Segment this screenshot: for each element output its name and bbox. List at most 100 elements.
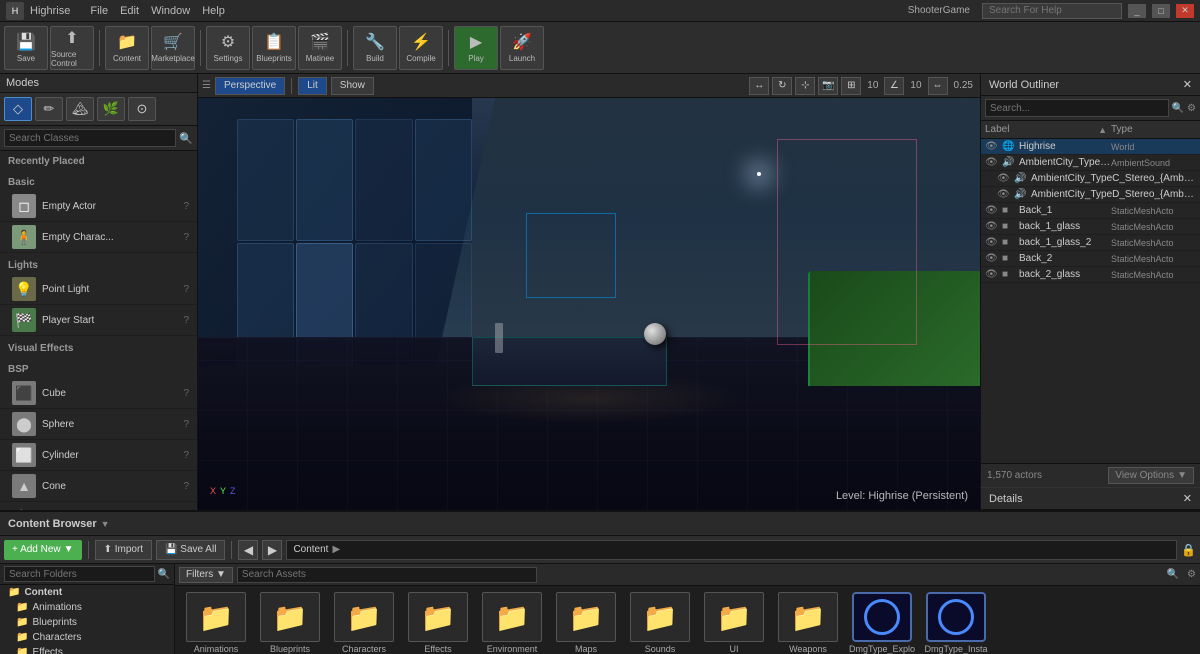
folder-weapons[interactable]: 📁 Weapons — [773, 592, 843, 654]
marketplace-button[interactable]: 🛒 Marketplace — [151, 26, 195, 70]
matinee-button[interactable]: 🎬 Matinee — [298, 26, 342, 70]
lit-button[interactable]: Lit — [298, 77, 327, 95]
add-new-button[interactable]: + Add New ▼ — [4, 540, 82, 560]
menu-file[interactable]: File — [90, 5, 108, 17]
scale-icon[interactable]: ⊹ — [795, 77, 815, 95]
details-close-icon[interactable]: ✕ — [1183, 492, 1192, 505]
item-empty-char[interactable]: 🧍 Empty Charac... ? — [0, 222, 197, 253]
translate-icon[interactable]: ↔ — [749, 77, 769, 95]
folder-maps[interactable]: 📁 Maps — [551, 592, 621, 654]
content-button[interactable]: 📁 Content — [105, 26, 149, 70]
folder-animations[interactable]: 📁 Animations — [181, 592, 251, 654]
minimize-button[interactable]: _ — [1128, 4, 1146, 18]
folder-effects[interactable]: 📁 Effects — [403, 592, 473, 654]
class-search-icon[interactable]: 🔍 — [179, 132, 193, 145]
view-options-button[interactable]: View Options ▼ — [1108, 467, 1194, 484]
cb-lock-icon[interactable]: 🔒 — [1181, 543, 1196, 557]
save-button[interactable]: 💾 Save — [4, 26, 48, 70]
viewport-canvas[interactable]: Level: Highrise (Persistent) X Y Z — [198, 98, 980, 510]
outliner-sort-icon[interactable]: ▲ — [1098, 125, 1107, 135]
eye-icon-back2[interactable]: 👁 — [985, 253, 999, 264]
menu-window[interactable]: Window — [151, 5, 190, 17]
section-basic-header[interactable]: Basic — [0, 174, 197, 191]
eye-icon-ambient3[interactable]: 👁 — [997, 189, 1011, 200]
asset-options-icon[interactable]: ⚙ — [1187, 569, 1196, 580]
eye-icon-ambient2[interactable]: 👁 — [997, 173, 1011, 184]
show-button[interactable]: Show — [331, 77, 374, 95]
mode-landscape[interactable]: 🏔 — [66, 97, 94, 121]
eye-icon-back1glass[interactable]: 👁 — [985, 221, 999, 232]
asset-dmg-instant[interactable]: DmgType_Instant — [921, 592, 991, 654]
folder-ui[interactable]: 📁 UI — [699, 592, 769, 654]
section-visual-effects-header[interactable]: Visual Effects — [0, 340, 197, 357]
outliner-item-back1glass[interactable]: 👁 ■ back_1_glass StaticMeshActo — [981, 219, 1200, 235]
sources-search-icon[interactable]: 🔍 — [158, 569, 170, 580]
source-item-animations[interactable]: 📁 Animations — [0, 600, 174, 615]
help-search-input[interactable] — [982, 3, 1122, 19]
item-sphere[interactable]: ⬤ Sphere ? — [0, 409, 197, 440]
rotate-icon[interactable]: ↻ — [772, 77, 792, 95]
build-button[interactable]: 🔧 Build — [353, 26, 397, 70]
mode-place[interactable]: ◇ — [4, 97, 32, 121]
filter-button[interactable]: Filters ▼ — [179, 567, 233, 583]
outliner-close-icon[interactable]: ✕ — [1183, 78, 1192, 91]
source-control-button[interactable]: ⬆ Source Control — [50, 26, 94, 70]
source-item-effects[interactable]: 📁 Effects — [0, 645, 174, 654]
play-button[interactable]: ▶ Play — [454, 26, 498, 70]
item-point-light[interactable]: 💡 Point Light ? — [0, 274, 197, 305]
item-cylinder[interactable]: ⬜ Cylinder ? — [0, 440, 197, 471]
section-bsp-header[interactable]: BSP — [0, 361, 197, 378]
item-player-start[interactable]: 🏁 Player Start ? — [0, 305, 197, 336]
eye-icon-back1glass2[interactable]: 👁 — [985, 237, 999, 248]
settings-button[interactable]: ⚙ Settings — [206, 26, 250, 70]
outliner-item-ambient2[interactable]: 👁 🔊 AmbientCity_TypeC_Stereo_{AmbientSou… — [981, 171, 1200, 187]
outliner-col-label[interactable]: Label — [985, 124, 1098, 135]
eye-icon-back2glass[interactable]: 👁 — [985, 269, 999, 280]
outliner-settings-icon[interactable]: ⚙ — [1187, 103, 1196, 114]
outliner-item-back1glass2[interactable]: 👁 ■ back_1_glass_2 StaticMeshActo — [981, 235, 1200, 251]
item-cone[interactable]: ▲ Cone ? — [0, 471, 197, 502]
class-search-input[interactable] — [4, 129, 176, 147]
eye-icon-back1[interactable]: 👁 — [985, 205, 999, 216]
blueprints-button[interactable]: 📋 Blueprints — [252, 26, 296, 70]
item-cube[interactable]: ⬛ Cube ? — [0, 378, 197, 409]
outliner-item-back1[interactable]: 👁 ■ Back_1 StaticMeshActo — [981, 203, 1200, 219]
outliner-item-ambient3[interactable]: 👁 🔊 AmbientCity_TypeD_Stereo_{AmbientSou… — [981, 187, 1200, 203]
outliner-search-input[interactable] — [985, 99, 1169, 117]
import-button[interactable]: ⬆ Import — [95, 540, 153, 560]
outliner-item-back2glass[interactable]: 👁 ■ back_2_glass StaticMeshActo — [981, 267, 1200, 283]
section-volumes-header[interactable]: Volumes — [0, 506, 197, 510]
asset-settings-icon[interactable]: 🔍 — [1167, 569, 1179, 580]
source-item-content[interactable]: 📁 Content — [0, 585, 174, 600]
asset-search-input[interactable] — [237, 567, 537, 583]
scale-snap-icon[interactable]: ⇔ — [928, 77, 948, 95]
folder-blueprints[interactable]: 📁 Blueprints — [255, 592, 325, 654]
perspective-button[interactable]: Perspective — [215, 77, 285, 95]
eye-icon-ambient1[interactable]: 👁 — [985, 157, 999, 168]
launch-button[interactable]: 🚀 Launch — [500, 26, 544, 70]
camera-speed-icon[interactable]: 📷 — [818, 77, 838, 95]
source-item-blueprints[interactable]: 📁 Blueprints — [0, 615, 174, 630]
menu-help[interactable]: Help — [202, 5, 225, 17]
section-lights-header[interactable]: Lights — [0, 257, 197, 274]
mode-paint[interactable]: ✏ — [35, 97, 63, 121]
eye-icon-highrise[interactable]: 👁 — [985, 141, 999, 152]
nav-back-button[interactable]: ◀ — [238, 540, 258, 560]
close-button[interactable]: ✕ — [1176, 4, 1194, 18]
outliner-item-ambient1[interactable]: 👁 🔊 AmbientCity_TypeC_Stereo AmbientSoun… — [981, 155, 1200, 171]
section-recently-placed-header[interactable]: Recently Placed — [0, 153, 197, 170]
compile-button[interactable]: ⚡ Compile — [399, 26, 443, 70]
outliner-search-icon[interactable]: 🔍 — [1172, 103, 1184, 114]
menu-edit[interactable]: Edit — [120, 5, 139, 17]
nav-forward-button[interactable]: ▶ — [262, 540, 282, 560]
sources-search-input[interactable] — [4, 566, 155, 582]
source-item-characters[interactable]: 📁 Characters — [0, 630, 174, 645]
viewport-menu-icon[interactable]: ☰ — [202, 80, 211, 91]
folder-environment[interactable]: 📁 Environment — [477, 592, 547, 654]
angle-snap-icon[interactable]: ∠ — [884, 77, 904, 95]
grid-snap-icon[interactable]: ⊞ — [841, 77, 861, 95]
mode-geometry[interactable]: ⊙ — [128, 97, 156, 121]
folder-characters[interactable]: 📁 Characters — [329, 592, 399, 654]
asset-dmg-explosion[interactable]: DmgType_Explosion — [847, 592, 917, 654]
outliner-col-type[interactable]: Type — [1111, 124, 1196, 135]
